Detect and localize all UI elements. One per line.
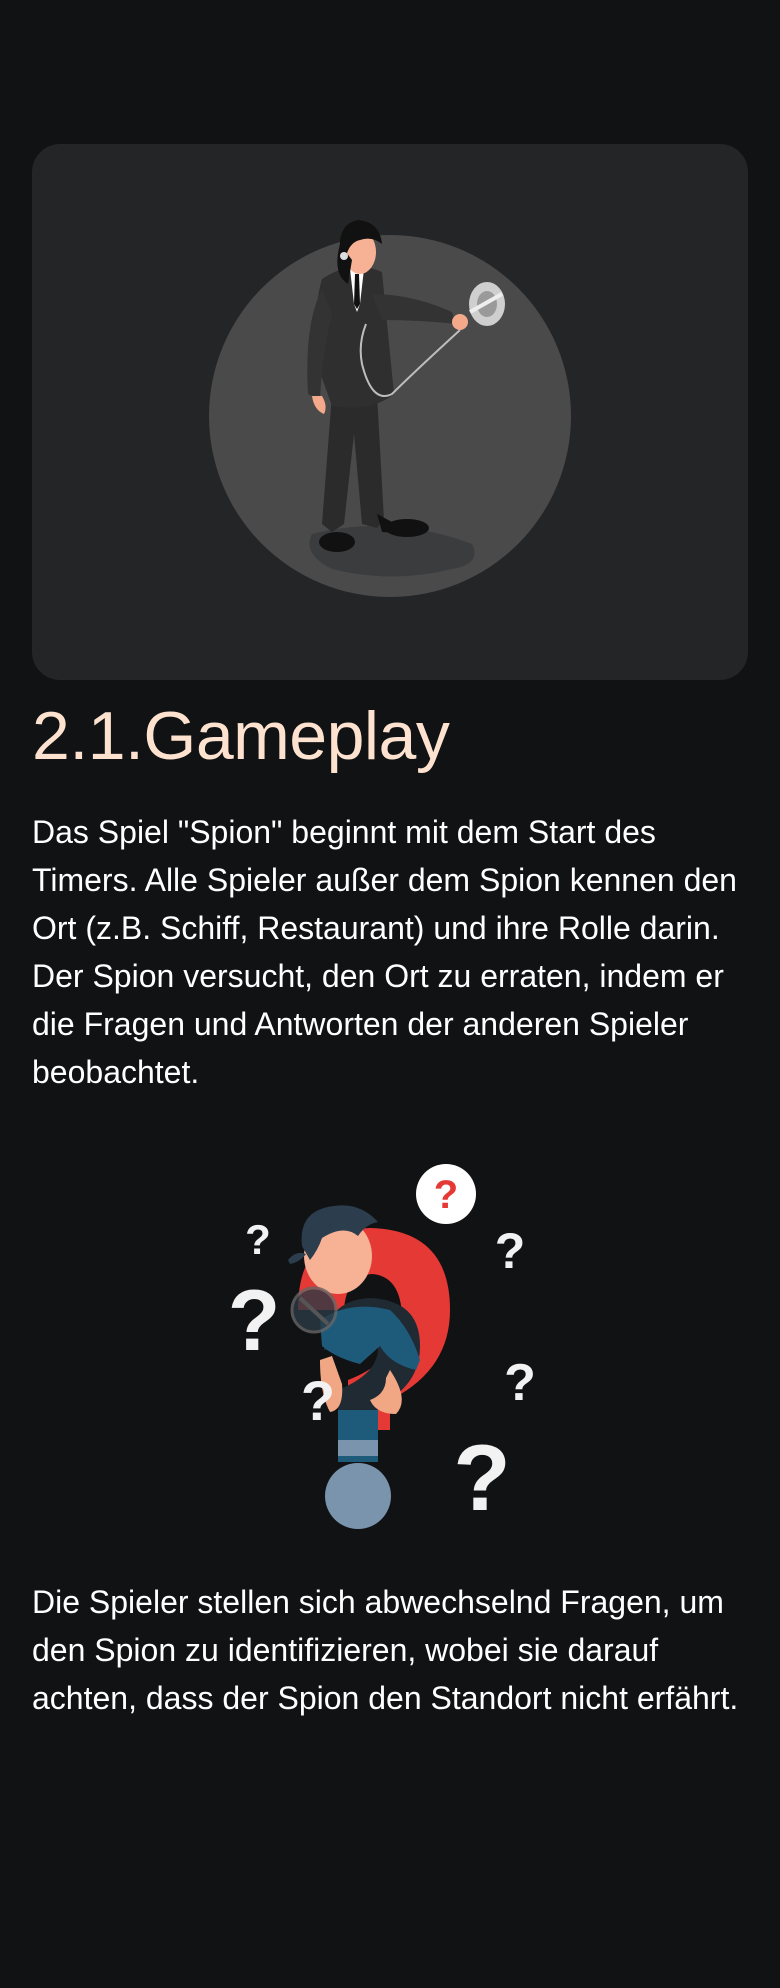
svg-text:?: ? — [495, 1223, 526, 1279]
confused-person-illustration-icon: ? ? ? ? ? ? ? — [228, 1164, 536, 1530]
gameplay-paragraph-1: Das Spiel "Spion" beginnt mit dem Start … — [32, 814, 737, 1090]
svg-text:?: ? — [301, 1369, 335, 1432]
svg-text:?: ? — [228, 1273, 281, 1369]
gameplay-paragraph-2: Die Spieler stellen sich abwechselnd Fra… — [32, 1584, 739, 1716]
svg-text:?: ? — [453, 1425, 510, 1530]
svg-text:?: ? — [504, 1354, 536, 1412]
gameplay-page: 2.1.Gameplay Das Spiel "Spion" beginnt m… — [0, 0, 780, 1988]
hero-image-card — [32, 144, 748, 680]
svg-text:?: ? — [245, 1216, 271, 1263]
section-title: 2.1.Gameplay — [32, 698, 450, 774]
svg-text:?: ? — [434, 1173, 458, 1217]
spy-illustration-icon — [209, 220, 571, 597]
